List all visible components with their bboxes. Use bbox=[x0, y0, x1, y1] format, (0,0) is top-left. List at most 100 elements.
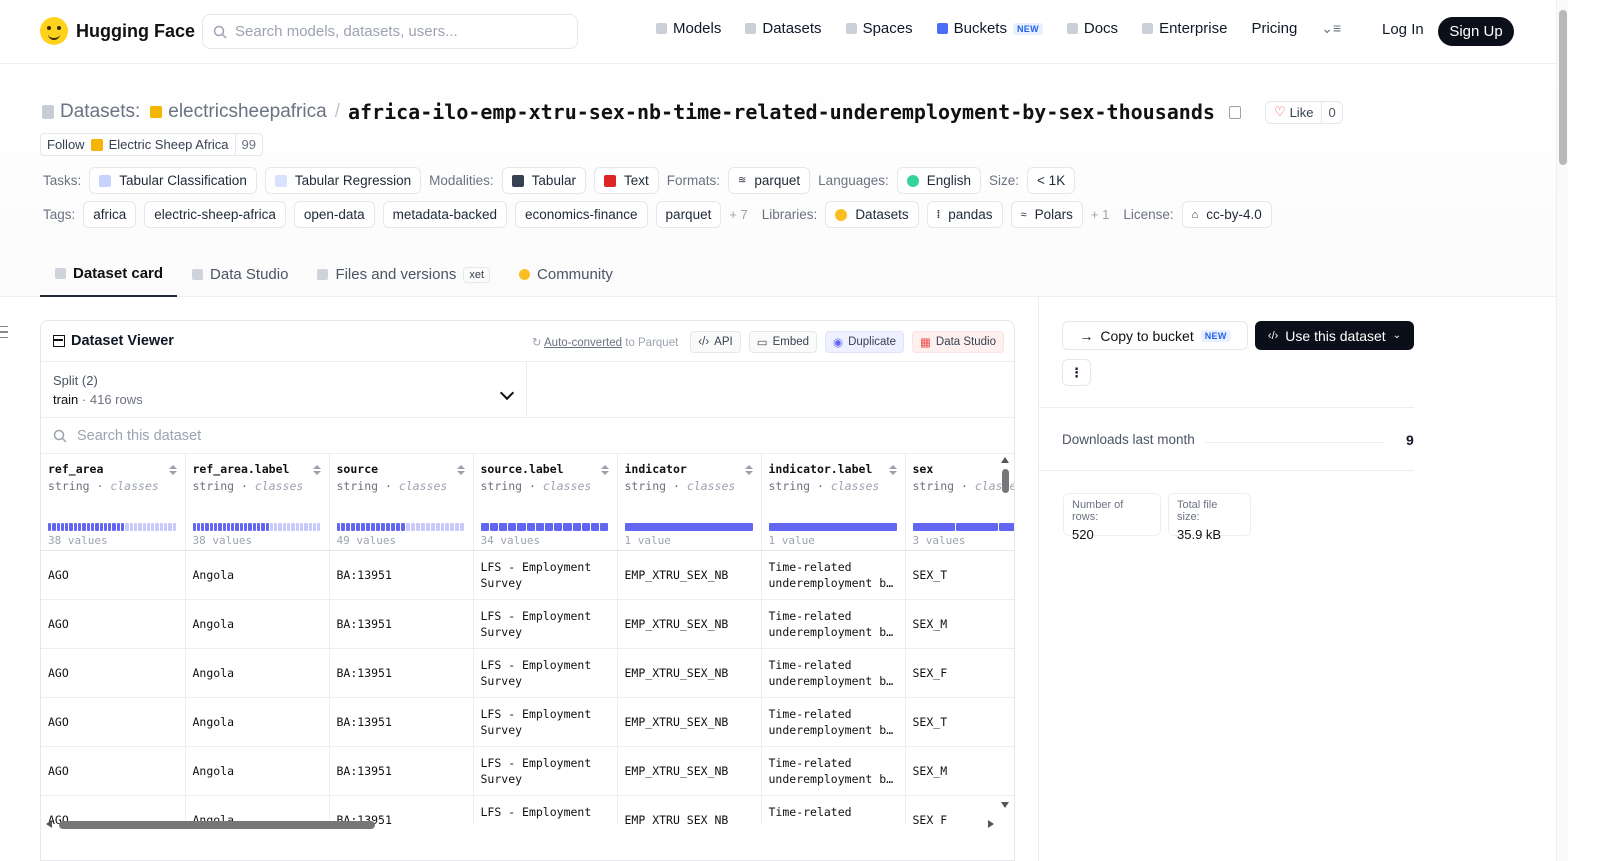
scroll-thumb[interactable] bbox=[1002, 469, 1009, 493]
histogram-bar[interactable] bbox=[60, 523, 65, 531]
table-cell[interactable]: SEX_M bbox=[905, 746, 1014, 796]
modality-chip[interactable]: Tabular bbox=[501, 167, 586, 194]
table-cell[interactable]: BA:13951 bbox=[329, 648, 474, 698]
sort-icon[interactable] bbox=[168, 465, 177, 477]
use-this-dataset-button[interactable]: ‹/› Use this dataset ⌄ bbox=[1255, 321, 1414, 350]
table-row[interactable]: AGO Angola BA:13951 LFS - Employment Survey… bbox=[41, 599, 1014, 649]
histogram-bar[interactable] bbox=[435, 523, 440, 531]
dataset-search-input[interactable] bbox=[77, 427, 577, 444]
table-cell[interactable]: EMP_XTRU_SEX_NB bbox=[617, 550, 762, 600]
sort-icon[interactable] bbox=[312, 465, 321, 477]
table-cell[interactable]: BA:13951 bbox=[329, 599, 474, 649]
global-search[interactable] bbox=[202, 14, 578, 49]
table-cell[interactable]: EMP_XTRU_SEX_NB bbox=[617, 697, 762, 747]
column-header[interactable]: indicator string · classes 1 value bbox=[617, 454, 762, 551]
table-cell[interactable]: AGO bbox=[41, 746, 186, 796]
table-cell[interactable]: AGO bbox=[41, 648, 186, 698]
histogram-bar[interactable] bbox=[366, 523, 371, 531]
histogram-bar[interactable] bbox=[69, 523, 73, 531]
table-cell[interactable]: LFS - Employment Survey bbox=[473, 599, 618, 649]
histogram-bar[interactable] bbox=[222, 523, 226, 531]
column-header[interactable]: ref_area.label string · classes 38 values bbox=[185, 454, 330, 551]
table-cell[interactable]: BA:13951 bbox=[329, 746, 474, 796]
histogram-bar[interactable] bbox=[201, 523, 205, 531]
table-cell[interactable]: EMP_XTRU_SEX_NB bbox=[617, 599, 762, 649]
scroll-up-icon[interactable] bbox=[1001, 457, 1009, 463]
table-cell[interactable]: Time-related underemployment b… bbox=[761, 599, 906, 649]
scroll-down-icon[interactable] bbox=[1001, 802, 1009, 808]
histogram-bar[interactable] bbox=[256, 523, 261, 531]
sort-icon[interactable] bbox=[744, 465, 753, 477]
more-options-icon[interactable]: ⋮ bbox=[1062, 359, 1091, 386]
toc-menu-icon[interactable] bbox=[0, 326, 8, 338]
table-cell[interactable]: LFS - Employment Survey bbox=[473, 550, 618, 600]
histogram-bar[interactable] bbox=[231, 523, 235, 531]
histogram-bar[interactable] bbox=[356, 523, 361, 531]
table-row[interactable]: AGO Angola BA:13951 LFS - Employment Survey… bbox=[41, 550, 1014, 600]
signup-button[interactable]: Sign Up bbox=[1438, 17, 1514, 46]
nav-spaces[interactable]: Spaces bbox=[845, 20, 913, 37]
histogram-bar[interactable] bbox=[390, 523, 395, 531]
nav-pricing[interactable]: Pricing bbox=[1251, 20, 1297, 37]
histogram-bar[interactable] bbox=[235, 523, 239, 531]
nav-models[interactable]: Models bbox=[656, 20, 721, 37]
split-select[interactable]: Split (2) train · 416 rows bbox=[41, 362, 527, 417]
histogram-bar[interactable] bbox=[386, 523, 390, 531]
histogram-bar[interactable] bbox=[400, 523, 405, 531]
histogram-bar[interactable] bbox=[282, 523, 287, 531]
histogram-bar[interactable] bbox=[554, 523, 563, 531]
histogram-bar[interactable] bbox=[912, 523, 955, 531]
dataset-search[interactable] bbox=[41, 418, 1014, 454]
nav-buckets[interactable]: Buckets NEW bbox=[936, 20, 1043, 37]
library-chip[interactable]: Datasets bbox=[825, 201, 919, 228]
histogram-bar[interactable] bbox=[86, 523, 90, 531]
nav-docs[interactable]: Docs bbox=[1066, 20, 1118, 37]
histogram-bar[interactable] bbox=[376, 523, 381, 531]
histogram-bar[interactable] bbox=[430, 523, 435, 531]
table-cell[interactable]: Angola bbox=[185, 550, 330, 600]
duplicate-button[interactable]: ◉ Duplicate bbox=[825, 331, 905, 353]
histogram-bar[interactable] bbox=[287, 523, 291, 531]
histogram-bar[interactable] bbox=[244, 523, 248, 531]
sort-icon[interactable] bbox=[600, 465, 609, 477]
like-button[interactable]: ♡ Like 0 bbox=[1264, 100, 1343, 124]
scroll-left-icon[interactable] bbox=[46, 820, 52, 828]
histogram-bar[interactable] bbox=[508, 523, 517, 531]
histogram-bar[interactable] bbox=[213, 523, 218, 531]
histogram-bar[interactable] bbox=[112, 523, 116, 531]
histogram-bar[interactable] bbox=[336, 523, 341, 531]
table-cell[interactable]: Angola bbox=[185, 648, 330, 698]
histogram-bar[interactable] bbox=[590, 523, 600, 531]
histogram-bar[interactable] bbox=[415, 523, 420, 531]
table-cell[interactable]: LFS - Employment Survey bbox=[473, 697, 618, 747]
column-header[interactable]: sexstring · classes3 values bbox=[905, 454, 1014, 551]
histogram-bar[interactable] bbox=[196, 523, 201, 531]
histogram-bar[interactable] bbox=[455, 523, 460, 531]
column-header[interactable]: indicator.label string · classes 1 value bbox=[761, 454, 906, 551]
histogram-bar[interactable] bbox=[351, 523, 356, 531]
vertical-scrollbar[interactable] bbox=[999, 454, 1011, 814]
histogram-bar[interactable] bbox=[56, 523, 60, 531]
tab-data-studio[interactable]: Data Studio bbox=[177, 252, 302, 297]
histogram-bar[interactable] bbox=[425, 523, 430, 531]
histogram-bar[interactable] bbox=[125, 523, 129, 531]
datasets-prefix[interactable]: Datasets: bbox=[60, 101, 140, 123]
library-chip[interactable]: ⁞ pandas bbox=[926, 201, 1003, 228]
histogram-bar[interactable] bbox=[381, 523, 386, 531]
table-cell[interactable]: Angola bbox=[185, 746, 330, 796]
histogram-bar[interactable] bbox=[116, 523, 121, 531]
histogram-bar[interactable] bbox=[52, 523, 56, 531]
tag-chip[interactable]: electric-sheep-africa bbox=[144, 201, 286, 228]
histogram-bar[interactable] bbox=[489, 523, 498, 531]
api-button[interactable]: ‹/› API bbox=[690, 331, 741, 353]
scroll-thumb[interactable] bbox=[59, 821, 375, 829]
histogram-bar[interactable] bbox=[420, 523, 425, 531]
histogram-bar[interactable] bbox=[192, 523, 196, 531]
histogram-bar[interactable] bbox=[138, 523, 142, 531]
column-header[interactable]: source.label string · classes 34 values bbox=[473, 454, 618, 551]
table-cell[interactable]: SEX_M bbox=[905, 599, 1014, 649]
tag-chip[interactable]: parquet bbox=[655, 201, 722, 228]
table-cell[interactable]: SEX_T bbox=[905, 550, 1014, 600]
histogram-bar[interactable] bbox=[205, 523, 209, 531]
format-chip[interactable]: ≋ parquet bbox=[727, 167, 811, 194]
